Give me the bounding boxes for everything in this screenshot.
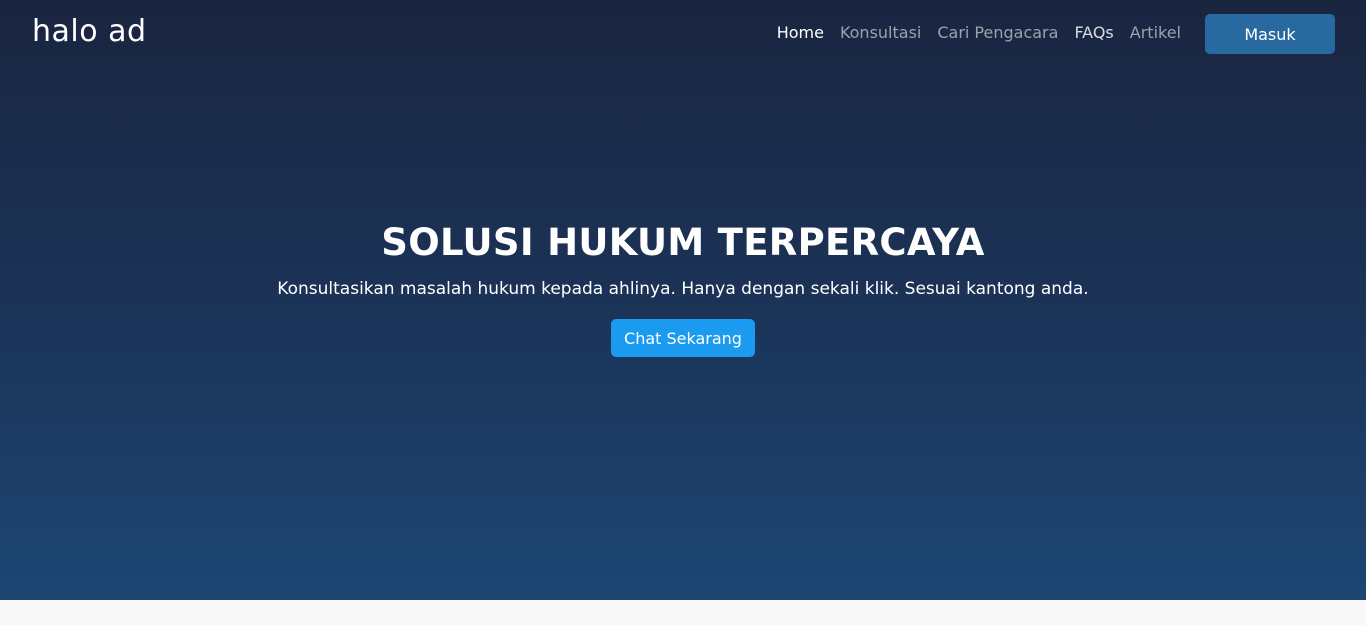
hero-content: SOLUSI HUKUM TERPERCAYA Konsultasikan ma… bbox=[0, 218, 1366, 357]
chat-now-button[interactable]: Chat Sekarang bbox=[611, 319, 755, 357]
nav-link-home[interactable]: Home bbox=[777, 22, 824, 44]
hero-title: SOLUSI HUKUM TERPERCAYA bbox=[381, 221, 985, 264]
navbar: halo ad Home Konsultasi Cari Pengacara F… bbox=[0, 0, 1366, 66]
nav-link-cari-pengacara[interactable]: Cari Pengacara bbox=[937, 22, 1058, 44]
nav-links: Home Konsultasi Cari Pengacara FAQs Arti… bbox=[777, 22, 1181, 44]
hero-section: halo ad Home Konsultasi Cari Pengacara F… bbox=[0, 0, 1366, 600]
nav-link-artikel[interactable]: Artikel bbox=[1130, 22, 1181, 44]
next-section-strip bbox=[0, 600, 1366, 625]
nav-link-faqs[interactable]: FAQs bbox=[1074, 22, 1113, 44]
brand-logo[interactable]: halo ad bbox=[32, 12, 147, 52]
login-button[interactable]: Masuk bbox=[1205, 14, 1335, 54]
hero-subtitle: Konsultasikan masalah hukum kepada ahlin… bbox=[277, 279, 1089, 299]
nav-link-konsultasi[interactable]: Konsultasi bbox=[840, 22, 921, 44]
